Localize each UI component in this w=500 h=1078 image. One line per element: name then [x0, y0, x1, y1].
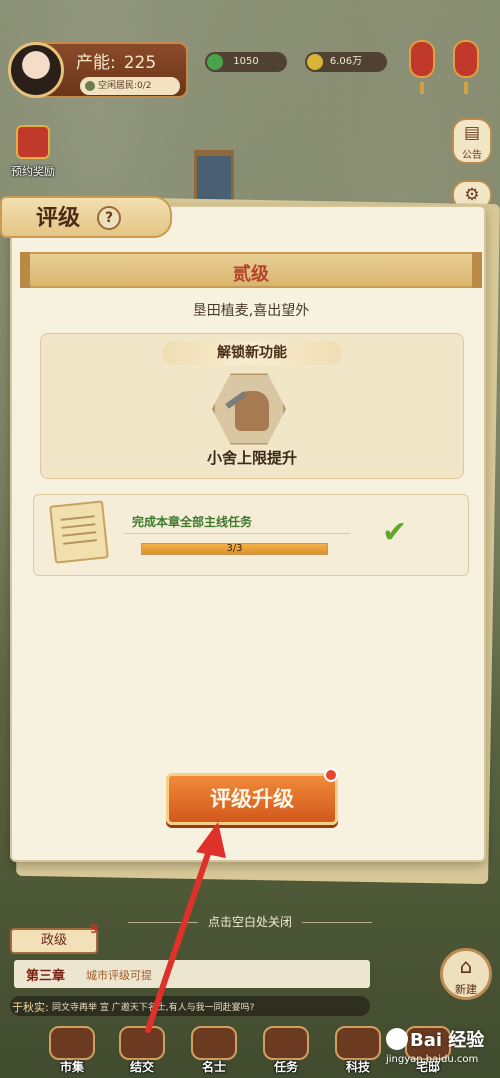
nav-market[interactable]: 市集: [44, 1026, 100, 1078]
watermark-brand: Bai 经验: [410, 1030, 485, 1051]
capacity-display: 产能: 225: [76, 48, 156, 73]
notification-dot: [324, 768, 338, 782]
task-title: 完成本章全部主线任务: [132, 515, 253, 529]
panel-title-tab: [0, 196, 172, 238]
panel-title: 评级: [36, 206, 81, 231]
lantern-tassel: [464, 82, 468, 94]
cards-icon: [119, 1026, 165, 1060]
paw-logo-icon: [386, 1028, 408, 1050]
nav-scholars[interactable]: 名士: [186, 1026, 242, 1078]
new-build-label: 新建: [455, 983, 477, 996]
nav-label: 结交: [129, 1060, 154, 1074]
market-icon: [49, 1026, 95, 1060]
resource-2-value: 6.06万: [329, 56, 363, 67]
help-button[interactable]: ?: [97, 206, 121, 230]
notice-label: 公告: [462, 150, 482, 161]
scroll-document-icon: [49, 500, 109, 564]
task-progress-text: 3/3: [226, 543, 243, 554]
chapter-tab[interactable]: 政级: [10, 928, 98, 954]
level-name: 贰级: [233, 264, 269, 285]
tech-icon: [335, 1026, 381, 1060]
watermark-site: jingyan.baidu.com: [386, 1054, 479, 1065]
resource-1-value: 1050: [233, 56, 259, 67]
lantern-icon[interactable]: [453, 40, 479, 78]
capacity-value: 225: [123, 53, 157, 73]
resource-counter-1[interactable]: 1050: [205, 52, 287, 72]
green-coin-icon: [207, 54, 223, 70]
feature-name: 小舍上限提升: [206, 449, 297, 467]
house-icon: ⌂: [459, 954, 473, 978]
idle-residents: 空闲居民:0/2: [80, 77, 180, 95]
resource-counter-2[interactable]: 6.06万: [305, 52, 387, 72]
nav-tech[interactable]: 科技: [330, 1026, 386, 1078]
nav-tasks[interactable]: 任务: [258, 1026, 314, 1078]
baidu-watermark: Bai 经验 jingyan.baidu.com: [386, 1024, 494, 1070]
chapter-number: 第三章: [26, 969, 66, 984]
close-hint-text: 点击空白处关闭: [207, 915, 292, 929]
nav-label: 任务: [273, 1060, 298, 1074]
upgrade-rating-button[interactable]: 评级升级: [166, 773, 338, 825]
level-ribbon: 贰级: [20, 252, 482, 288]
chat-text: 同文寺再举 宣 广邀天下名士,有人与我一同赴宴吗?: [52, 1003, 255, 1013]
scholar-icon: [191, 1026, 237, 1060]
chapter-goal: 城市评级可提: [86, 969, 152, 982]
notice-button[interactable]: ▤ 公告: [452, 118, 492, 164]
notice-icon: ▤: [463, 123, 481, 143]
checkmark-icon: ✔: [382, 515, 408, 550]
chapter-bar[interactable]: [14, 960, 370, 988]
task-divider: [124, 533, 350, 534]
reservation-reward-button[interactable]: 预约奖励: [8, 125, 58, 189]
reservation-reward-label: 预约奖励: [11, 165, 55, 178]
gold-coin-icon: [307, 54, 323, 70]
nav-label: 市集: [59, 1060, 84, 1074]
lantern-icon[interactable]: [409, 40, 435, 78]
new-build-button[interactable]: ⌂ 新建: [440, 948, 492, 1000]
level-description: 垦田植麦,喜出望外: [192, 303, 310, 319]
idle-residents-text: 空闲居民:0/2: [98, 81, 152, 91]
task-progress-bar: 3/3: [141, 543, 328, 555]
task-icon: [263, 1026, 309, 1060]
chapter-badge: 9: [90, 922, 99, 936]
lantern-tassel: [420, 82, 424, 94]
unlock-header: 解锁新功能: [162, 341, 342, 365]
gift-icon: [16, 125, 50, 159]
nav-label: 科技: [345, 1060, 370, 1074]
resident-icon: [85, 81, 95, 91]
nav-social[interactable]: 结交: [114, 1026, 170, 1078]
nav-label: 名士: [201, 1060, 226, 1074]
player-avatar[interactable]: [8, 42, 64, 98]
chat-speaker: 于秋实:: [12, 1001, 49, 1014]
capacity-label: 产能:: [76, 53, 116, 73]
